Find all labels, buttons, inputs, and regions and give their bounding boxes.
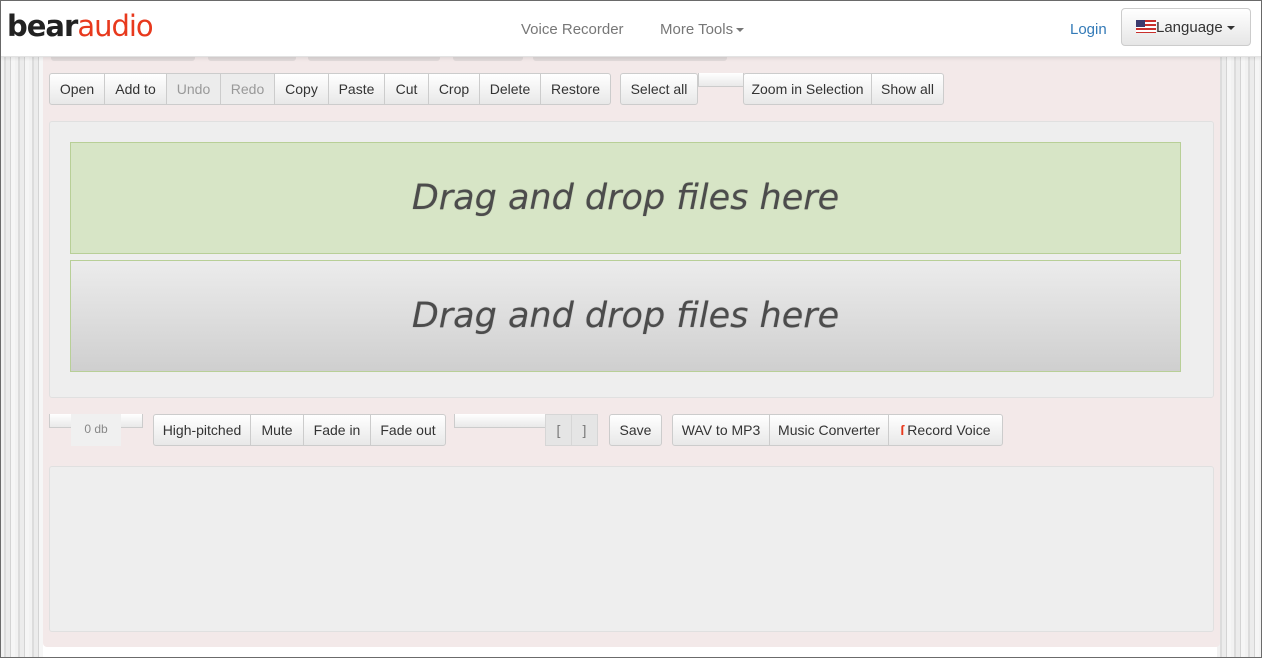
save-button[interactable]: Save	[609, 414, 662, 446]
fade-in-button[interactable]: Fade in	[303, 414, 371, 446]
chevron-down-icon	[736, 28, 745, 33]
copy-button[interactable]: Copy	[274, 73, 329, 105]
save-group: Save	[609, 414, 662, 446]
dropzone-track-2[interactable]: Drag and drop files here	[70, 260, 1181, 372]
crop-button[interactable]: Crop	[428, 73, 480, 105]
record-voice-button[interactable]: ſ Record Voice	[888, 414, 1003, 446]
dropzone-track-1[interactable]: Drag and drop files here	[70, 142, 1181, 254]
editor-panel: Open Add to Undo Redo Copy Paste Cut Cro…	[43, 57, 1220, 647]
output-panel	[49, 466, 1214, 632]
background-texture-right	[1217, 57, 1261, 657]
edit-button-group: Open Add to Undo Redo Copy Paste Cut Cro…	[49, 73, 611, 105]
show-all-button[interactable]: Show all	[871, 73, 944, 105]
dropzone-label: Drag and drop files here	[411, 178, 840, 218]
hidden-toolbar-strip	[533, 57, 727, 61]
nav-more-tools-label: More Tools	[660, 21, 734, 38]
language-button[interactable]: Language	[1121, 8, 1251, 46]
mute-button[interactable]: Mute	[250, 414, 304, 446]
language-label: Language	[1156, 19, 1223, 36]
tools-button-group: WAV to MP3 Music Converter ſ Record Voice	[672, 414, 1003, 446]
paste-button[interactable]: Paste	[328, 73, 385, 105]
zoom-slider[interactable]	[698, 73, 744, 87]
nav-more-tools[interactable]: More Tools	[660, 21, 745, 38]
zoom-button-group: Zoom in Selection Show all	[743, 73, 944, 105]
hidden-toolbar-strip	[308, 57, 440, 61]
fade-out-button[interactable]: Fade out	[370, 414, 446, 446]
login-link[interactable]: Login	[1070, 21, 1107, 38]
zoom-in-selection-button[interactable]: Zoom in Selection	[743, 73, 872, 105]
cut-button[interactable]: Cut	[384, 73, 429, 105]
delete-button[interactable]: Delete	[479, 73, 541, 105]
hidden-toolbar-strip	[208, 57, 296, 61]
add-to-button[interactable]: Add to	[104, 73, 167, 105]
record-icon: ſ	[900, 422, 905, 438]
record-voice-label: Record Voice	[907, 422, 991, 438]
restore-button[interactable]: Restore	[540, 73, 611, 105]
selection-end-marker[interactable]: ]	[571, 414, 598, 446]
open-button[interactable]: Open	[49, 73, 105, 105]
hidden-toolbar-strip	[51, 57, 195, 61]
hidden-toolbar-strip	[453, 57, 523, 61]
undo-button[interactable]: Undo	[166, 73, 221, 105]
selection-start-marker[interactable]: [	[545, 414, 572, 446]
selection-markers: [ ]	[545, 414, 598, 446]
wav-to-mp3-button[interactable]: WAV to MP3	[672, 414, 770, 446]
high-pitched-button[interactable]: High-pitched	[153, 414, 251, 446]
volume-db-readout: 0 db	[71, 414, 121, 446]
logo-text-audio: audio	[77, 9, 153, 43]
chevron-down-icon	[1226, 26, 1235, 31]
select-all-group: Select all	[620, 73, 698, 105]
logo[interactable]: bearaudio	[7, 9, 154, 43]
music-converter-button[interactable]: Music Converter	[769, 414, 889, 446]
redo-button[interactable]: Redo	[220, 73, 275, 105]
us-flag-icon	[1136, 20, 1156, 33]
background-texture-left	[1, 57, 43, 657]
effects-button-group: High-pitched Mute Fade in Fade out	[153, 414, 446, 446]
nav-voice-recorder[interactable]: Voice Recorder	[521, 21, 624, 38]
select-all-button[interactable]: Select all	[620, 73, 698, 105]
dropzone-label: Drag and drop files here	[411, 296, 840, 336]
logo-text-bear: bear	[7, 9, 78, 43]
speed-slider[interactable]	[454, 414, 548, 428]
navbar: bearaudio Voice Recorder More Tools Logi…	[1, 1, 1261, 57]
